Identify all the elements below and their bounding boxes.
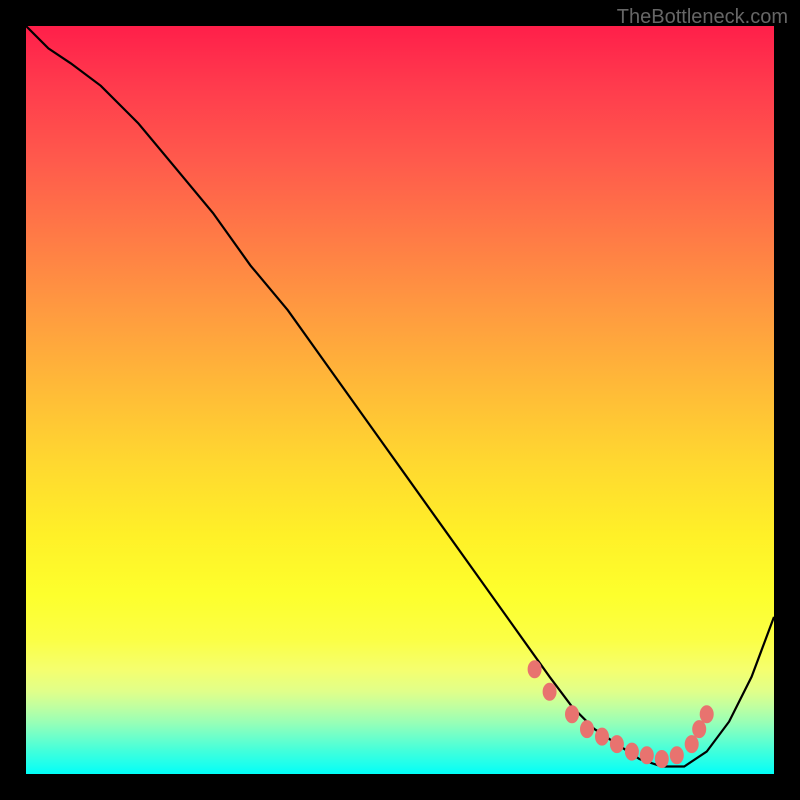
highlight-markers bbox=[528, 660, 714, 768]
marker-dot bbox=[655, 750, 669, 768]
marker-dot bbox=[543, 683, 557, 701]
marker-dot bbox=[580, 720, 594, 738]
curve-line bbox=[26, 26, 774, 767]
chart-svg bbox=[26, 26, 774, 774]
marker-dot bbox=[565, 705, 579, 723]
marker-dot bbox=[700, 705, 714, 723]
marker-dot bbox=[610, 735, 624, 753]
marker-dot bbox=[685, 735, 699, 753]
marker-dot bbox=[528, 660, 542, 678]
marker-dot bbox=[625, 743, 639, 761]
watermark-text: TheBottleneck.com bbox=[617, 6, 788, 29]
marker-dot bbox=[595, 728, 609, 746]
marker-dot bbox=[670, 746, 684, 764]
marker-dot bbox=[692, 720, 706, 738]
marker-dot bbox=[640, 746, 654, 764]
